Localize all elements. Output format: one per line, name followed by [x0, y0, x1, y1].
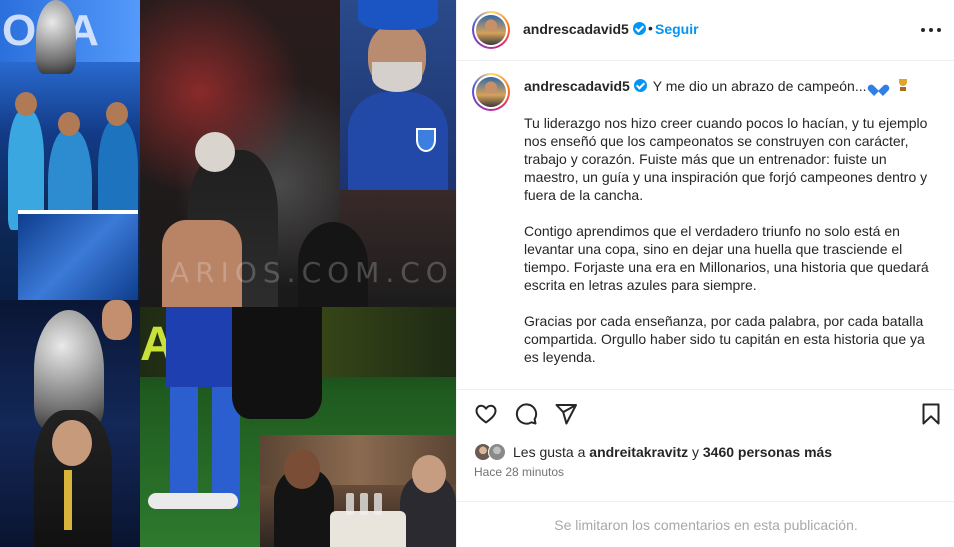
post-image[interactable]: OLA ARIOS.COM.CO ATIZA: [0, 0, 456, 547]
stadium-banner: OLA: [0, 0, 160, 62]
post-header: andrescadavid5 • Seguir: [457, 0, 954, 61]
likes-connector: y: [692, 444, 699, 460]
action-bar: [457, 389, 954, 437]
caption-line: fuera de la cancha.: [524, 187, 644, 203]
blue-cap: [358, 0, 438, 30]
watermark-text: ARIOS.COM.CO: [170, 256, 454, 289]
avatar[interactable]: [472, 11, 510, 49]
caption-paragraph: Tu liderazgo nos hizo creer cuando pocos…: [524, 114, 944, 204]
caption-line: trabajo y corazón. Fuiste más que un ent…: [524, 151, 887, 167]
caption-line: levantar una copa, sino en dejar una hue…: [524, 241, 903, 257]
heart-icon[interactable]: [474, 402, 498, 426]
share-icon[interactable]: [554, 402, 578, 426]
coach-beard: [372, 62, 422, 92]
photo-embrace: ARIOS.COM.CO: [140, 0, 456, 307]
likes-count-link[interactable]: 3460 personas más: [703, 444, 832, 460]
player-shoes: [148, 493, 238, 509]
caption-paragraph: Gracias por cada enseñanza, por cada pal…: [524, 312, 944, 366]
likes-prefix: Les gusta a: [513, 444, 586, 460]
wine-glass: [360, 493, 368, 515]
avatar[interactable]: [472, 73, 510, 111]
trophy-shape: [36, 0, 76, 74]
caption-line: Gracias por cada enseñanza, por cada pal…: [524, 313, 924, 329]
raised-hand: [102, 300, 132, 340]
verified-badge-icon: [633, 79, 647, 92]
caption-line: compartida. Orgullo haber sido tu capitá…: [524, 331, 925, 347]
dinner-table: [330, 511, 406, 547]
username-text: andrescadavid5: [523, 21, 629, 37]
username-text: andrescadavid5: [524, 78, 630, 94]
caption-line: Tu liderazgo nos hizo creer cuando pocos…: [524, 115, 928, 131]
liker-username-link[interactable]: andreitakravitz: [589, 444, 688, 460]
player-head: [58, 112, 80, 136]
verified-badge-icon: [632, 22, 646, 35]
liker-avatar[interactable]: [488, 443, 506, 461]
woman-dress: [232, 307, 322, 419]
photo-coach-with-trophy: [0, 300, 140, 547]
more-options-icon[interactable]: [920, 19, 942, 39]
player-legs: [170, 387, 240, 507]
caption-opening-text: Y me dio un abrazo de campeón...: [652, 78, 867, 94]
comment-icon[interactable]: [514, 402, 538, 426]
caption-line: maestro, un guía y una inspiración que f…: [524, 169, 928, 185]
wine-glass: [346, 493, 354, 515]
blue-heart-icon: [872, 80, 885, 92]
trophy-icon: [897, 79, 909, 92]
photo-pitch: ATIZA: [140, 307, 456, 547]
caption-line: nos enseñó que los campeonatos se constr…: [524, 133, 909, 149]
separator-dot: •: [648, 20, 653, 36]
comments-footer: Se limitaron los comentarios en esta pub…: [457, 501, 954, 547]
post-sidebar: andrescadavid5 • Seguir andrescadavid5 Y…: [456, 0, 954, 547]
wine-glass: [374, 493, 382, 515]
man-head: [412, 455, 446, 493]
username-link[interactable]: andrescadavid5: [524, 78, 647, 94]
trophy-base-banner: [18, 210, 138, 300]
caption-line: tiempo. Forjaste una era en Millonarios,…: [524, 259, 929, 275]
caption-paragraph: Contigo aprendimos que el verdadero triu…: [524, 222, 944, 294]
player-head: [106, 102, 128, 126]
comments-limited-notice: Se limitaron los comentarios en esta pub…: [554, 517, 858, 533]
avatar-photo: [476, 77, 506, 107]
post-caption: andrescadavid5 Y me dio un abrazo de cam…: [457, 61, 954, 389]
username-link[interactable]: andrescadavid5: [523, 21, 646, 37]
coach-head: [195, 132, 235, 172]
caption-line: Contigo aprendimos que el verdadero triu…: [524, 223, 900, 239]
photo-coach-portrait: [340, 0, 456, 190]
likes-section: Les gusta a andreitakravitz y 3460 perso…: [457, 437, 954, 487]
player-head: [15, 92, 37, 116]
medal-ribbon: [64, 470, 72, 530]
photo-dinner: [260, 435, 456, 547]
coach-face: [52, 420, 92, 466]
photo-trophy-celebration: OLA: [0, 0, 160, 300]
bookmark-icon[interactable]: [919, 402, 943, 426]
likes-text: Les gusta a andreitakravitz y 3460 perso…: [513, 444, 832, 460]
man-head: [284, 449, 320, 489]
caption-line: escrita en letras azules para siempre.: [524, 277, 757, 293]
avatar-photo: [476, 15, 506, 45]
post-timestamp[interactable]: Hace 28 minutos: [474, 465, 564, 479]
player-shorts: [166, 307, 242, 387]
caption-line: es leyenda.: [524, 349, 596, 365]
follow-button[interactable]: Seguir: [655, 21, 699, 37]
club-badge: [416, 128, 436, 152]
caption-first-line: andrescadavid5 Y me dio un abrazo de cam…: [524, 78, 909, 94]
